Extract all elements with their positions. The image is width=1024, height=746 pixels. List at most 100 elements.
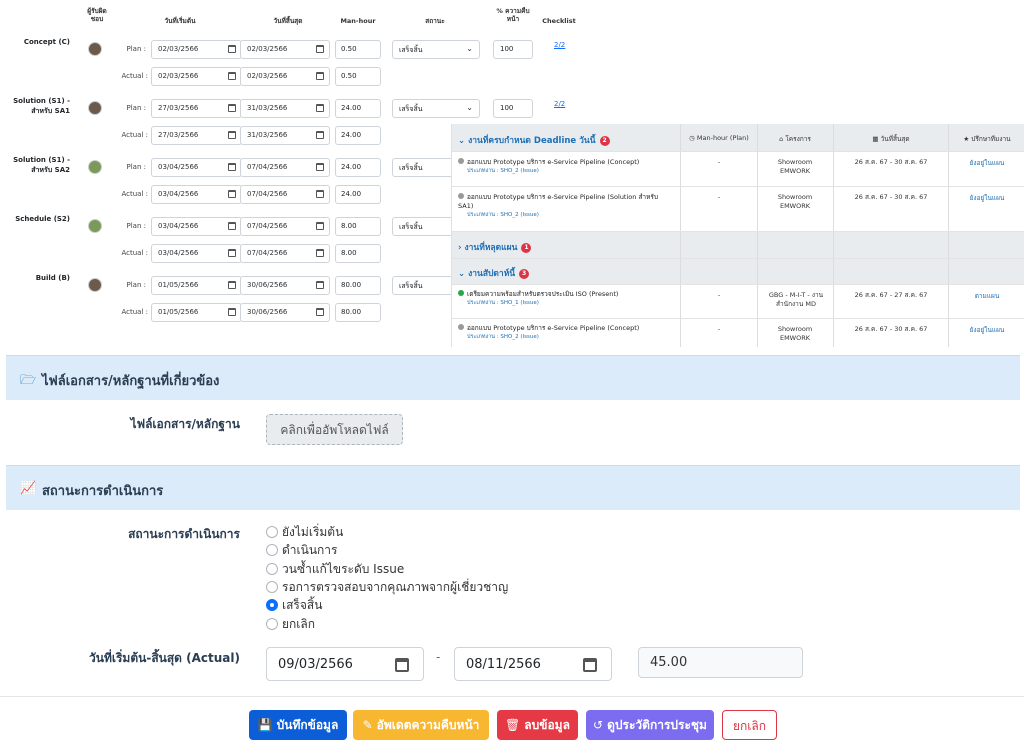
radio-button[interactable] xyxy=(266,617,278,630)
percent-input[interactable]: 100 xyxy=(493,99,533,118)
status-radio-option[interactable]: เสร็จสิ้น xyxy=(266,597,322,613)
update-progress-button[interactable]: ✎ อัพเดตความคืบหน้า xyxy=(353,710,489,740)
cancel-button[interactable]: ยกเลิก xyxy=(722,710,777,740)
actual-end-date-input[interactable]: 30/06/2566 xyxy=(240,303,330,322)
task-consult-link[interactable]: ยังอยู่ในแผน xyxy=(951,158,1023,168)
calendar-icon[interactable] xyxy=(316,308,324,316)
panel-group-thisweek[interactable]: ⌄ งานสัปดาห์นี้ 3 xyxy=(452,259,1024,285)
radio-label: เสร็จสิ้น xyxy=(282,598,323,613)
phase-name: Schedule (S2) xyxy=(15,215,70,223)
plan-manhour-input[interactable]: 0.50 xyxy=(335,40,381,59)
task-consult-link[interactable]: ยังอยู่ในแผน xyxy=(951,193,1023,203)
actual-start-date-input[interactable]: 01/05/2566 xyxy=(151,303,242,322)
calendar-icon[interactable] xyxy=(316,72,324,80)
calendar-icon[interactable] xyxy=(228,72,236,80)
actual-start-date-input[interactable]: 27/03/2566 xyxy=(151,126,242,145)
date-value: 27/03/2566 xyxy=(158,131,199,139)
plan-end-date-input[interactable]: 07/04/2566 xyxy=(240,158,330,177)
plan-start-date-input[interactable]: 03/04/2566 xyxy=(151,217,242,236)
percent-input[interactable]: 100 xyxy=(493,40,533,59)
calendar-icon[interactable] xyxy=(228,45,236,53)
upload-file-button[interactable]: คลิกเพื่ออัพโหลดไฟล์ xyxy=(266,414,403,445)
plan-start-date-input[interactable]: 03/04/2566 xyxy=(151,158,242,177)
delete-button[interactable]: 🗑 ลบข้อมูล xyxy=(497,710,578,740)
calendar-icon[interactable] xyxy=(583,658,597,672)
calendar-icon[interactable] xyxy=(316,190,324,198)
task-row[interactable]: ออกแบบ Prototype บริการ e-Service Pipeli… xyxy=(452,187,1024,232)
calendar-icon[interactable] xyxy=(316,249,324,257)
plan-label: Plan : xyxy=(126,163,146,171)
task-dates: 26 ส.ค. 67 - 30 ส.ค. 67 xyxy=(854,193,928,201)
status-radio-option[interactable]: วนซ้ำแก้ไขระดับ Issue xyxy=(266,561,404,577)
date-value: 30/06/2566 xyxy=(247,308,288,316)
plan-start-date-input[interactable]: 27/03/2566 xyxy=(151,99,242,118)
actual-end-date-input[interactable]: 08/11/2566 xyxy=(454,647,612,681)
actual-start-date-input[interactable]: 09/03/2566 xyxy=(266,647,424,681)
status-radio-option[interactable]: รอการตรวจสอบจากคุณภาพจากผู้เชี่ยวชาญ xyxy=(266,579,508,595)
edit-icon: ✎ xyxy=(362,718,373,732)
calendar-icon[interactable] xyxy=(316,131,324,139)
actual-manhour-input[interactable]: 8.00 xyxy=(335,244,381,263)
calendar-icon[interactable] xyxy=(228,190,236,198)
meeting-history-button[interactable]: ↺ ดูประวัติการประชุม xyxy=(586,710,714,740)
actual-manhour-input[interactable]: 24.00 xyxy=(335,185,381,204)
status-select[interactable]: เสร็จสิ้น ⌄ xyxy=(392,40,480,59)
calendar-icon[interactable] xyxy=(228,281,236,289)
actual-end-date-input[interactable]: 07/04/2566 xyxy=(240,244,330,263)
calendar-icon[interactable] xyxy=(228,308,236,316)
calendar-icon[interactable] xyxy=(316,222,324,230)
task-consult-link[interactable]: ยังอยู่ในแผน xyxy=(951,325,1023,335)
col-divider xyxy=(680,285,681,318)
calendar-icon[interactable] xyxy=(228,104,236,112)
actual-manhour-input[interactable]: 24.00 xyxy=(335,126,381,145)
calendar-icon[interactable] xyxy=(316,281,324,289)
plan-end-date-input[interactable]: 07/04/2566 xyxy=(240,217,330,236)
calendar-icon[interactable] xyxy=(395,658,409,672)
task-row[interactable]: ออกแบบ Prototype บริการ e-Service Pipeli… xyxy=(452,152,1024,187)
calendar-icon[interactable] xyxy=(316,104,324,112)
radio-button[interactable] xyxy=(266,526,278,538)
status-select[interactable]: เสร็จสิ้น ⌄ xyxy=(392,99,480,118)
actual-start-date-input[interactable]: 02/03/2566 xyxy=(151,67,242,86)
status-radio-option[interactable]: ดำเนินการ xyxy=(266,542,338,558)
status-radio-option[interactable]: ยกเลิก xyxy=(266,616,315,632)
checklist-link[interactable]: 2/2 xyxy=(554,100,565,108)
task-row[interactable]: เตรียมความพร้อมสำหรับตรวจประเมิน ISO (Pr… xyxy=(452,285,1024,319)
actual-end-date-input[interactable]: 07/04/2566 xyxy=(240,185,330,204)
save-button[interactable]: 💾 บันทึกข้อมูล xyxy=(249,710,347,740)
plan-manhour-input[interactable]: 24.00 xyxy=(335,99,381,118)
calendar-icon[interactable] xyxy=(316,45,324,53)
calendar-icon[interactable] xyxy=(316,163,324,171)
checklist-link[interactable]: 2/2 xyxy=(554,41,565,49)
plan-end-date-input[interactable]: 02/03/2566 xyxy=(240,40,330,59)
panel-group-deadline[interactable]: ⌄ งานที่ครบกำหนด Deadline วันนี้ 2 ◷ Man-… xyxy=(452,124,1024,152)
actual-start-date-input[interactable]: 03/04/2566 xyxy=(151,185,242,204)
plan-end-date-input[interactable]: 31/03/2566 xyxy=(240,99,330,118)
panel-group-offplan[interactable]: › งานที่หลุดแผน 1 xyxy=(452,232,1024,259)
plan-end-date-input[interactable]: 30/06/2566 xyxy=(240,276,330,295)
actual-end-date-input[interactable]: 31/03/2566 xyxy=(240,126,330,145)
plan-manhour-input[interactable]: 24.00 xyxy=(335,158,381,177)
task-type: ประเภทงาน : SHO_2 (Issue) xyxy=(467,212,539,218)
calendar-icon[interactable] xyxy=(228,131,236,139)
plan-start-date-input[interactable]: 02/03/2566 xyxy=(151,40,242,59)
radio-button[interactable] xyxy=(266,580,278,593)
plan-manhour-input[interactable]: 8.00 xyxy=(335,217,381,236)
radio-button[interactable] xyxy=(266,544,278,557)
actual-label: Actual : xyxy=(121,72,148,80)
calendar-icon[interactable] xyxy=(228,163,236,171)
calendar-icon[interactable] xyxy=(228,249,236,257)
plan-manhour-input[interactable]: 80.00 xyxy=(335,276,381,295)
date-value: 07/04/2566 xyxy=(247,163,288,171)
actual-start-date-input[interactable]: 03/04/2566 xyxy=(151,244,242,263)
calendar-icon[interactable] xyxy=(228,222,236,230)
task-row[interactable]: ออกแบบ Prototype บริการ e-Service Pipeli… xyxy=(452,319,1024,347)
status-radio-option[interactable]: ยังไม่เริ่มต้น xyxy=(266,524,343,540)
actual-manhour-input[interactable]: 80.00 xyxy=(335,303,381,322)
radio-button[interactable] xyxy=(266,562,278,575)
actual-end-date-input[interactable]: 02/03/2566 xyxy=(240,67,330,86)
plan-start-date-input[interactable]: 01/05/2566 xyxy=(151,276,242,295)
actual-manhour-input[interactable]: 0.50 xyxy=(335,67,381,86)
task-consult-link[interactable]: ตามแผน xyxy=(951,291,1023,301)
radio-button[interactable] xyxy=(266,599,278,612)
